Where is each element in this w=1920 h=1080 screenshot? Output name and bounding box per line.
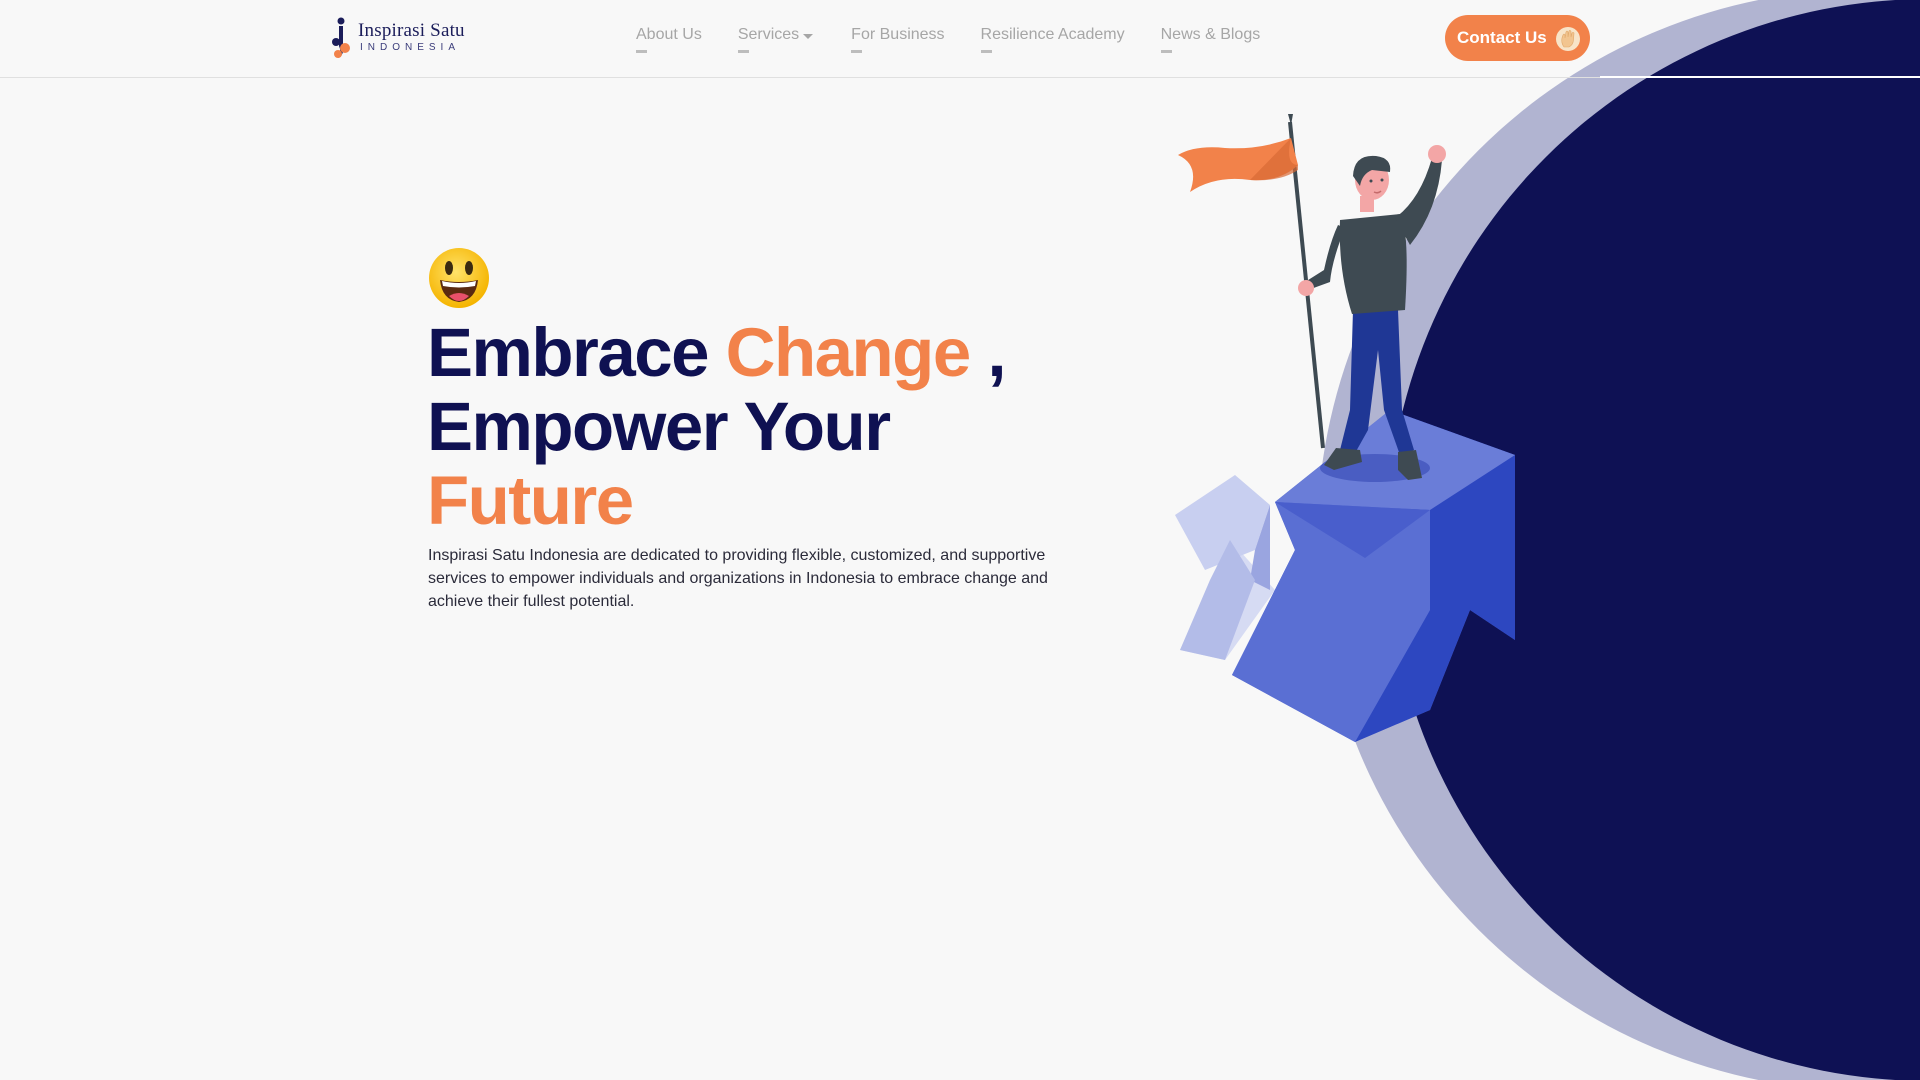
nav-item-label: News & Blogs <box>1160 26 1261 43</box>
contact-us-label: Contact Us <box>1457 28 1547 47</box>
nav-item-services[interactable]: Services <box>737 24 814 53</box>
contact-us-button[interactable]: Contact Us <box>1445 15 1590 61</box>
main-nav: About Us Services For Business Resilienc… <box>636 24 1296 53</box>
nav-item-about-us[interactable]: About Us <box>636 24 702 53</box>
waving-hand-icon <box>1556 27 1580 51</box>
logo-mark-icon <box>332 17 350 58</box>
smiling-face-icon <box>429 248 489 308</box>
header-divider <box>1600 76 1920 78</box>
title-accent-future: Future <box>427 462 634 539</box>
site-header: Inspirasi Satu INDONESIA About Us Servic… <box>0 0 1920 78</box>
title-part-1: Embrace <box>427 314 726 391</box>
chevron-down-icon <box>803 33 814 39</box>
nav-item-news-blogs[interactable]: News & Blogs <box>1160 24 1261 53</box>
hero-description: Inspirasi Satu Indonesia are dedicated t… <box>428 547 1048 610</box>
logo-subtitle: INDONESIA <box>360 42 461 53</box>
nav-item-label: Services <box>737 26 800 43</box>
landing-page: Inspirasi Satu INDONESIA About Us Servic… <box>0 0 1920 1080</box>
nav-item-for-business[interactable]: For Business <box>851 24 945 53</box>
hero-title: Embrace Change , Empower Your Future <box>427 316 1127 538</box>
title-accent-change: Change <box>725 314 972 391</box>
nav-item-resilience-academy[interactable]: Resilience Academy <box>980 24 1125 53</box>
logo-name: Inspirasi Satu <box>358 20 465 41</box>
person-with-flag-on-arrow-illustration <box>1175 114 1515 742</box>
title-part-2: Empower Your <box>427 388 891 465</box>
nav-item-label: About Us <box>636 26 702 43</box>
site-logo[interactable]: Inspirasi Satu INDONESIA <box>330 16 465 60</box>
nav-item-label: Resilience Academy <box>980 26 1125 43</box>
nav-item-label: For Business <box>851 26 945 43</box>
title-comma: , <box>969 314 1006 391</box>
